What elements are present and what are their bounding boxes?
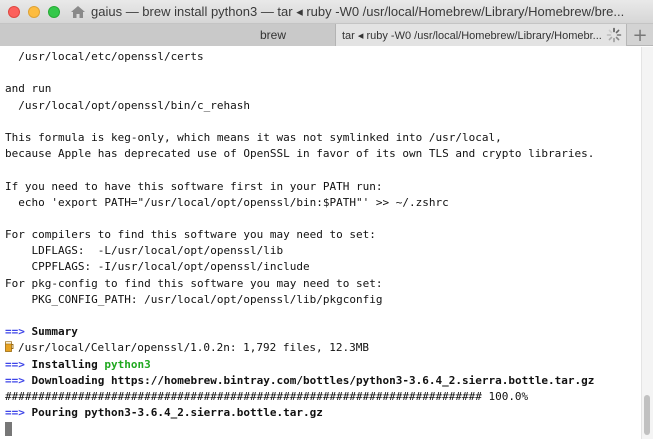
summary-detail: /usr/local/Cellar/openssl/1.0.2n: 1,792 … — [18, 341, 369, 355]
title-bar[interactable]: gaius — brew install python3 — tar ◂ rub… — [0, 0, 653, 24]
downloading-line: ==> Downloading https://homebrew.bintray… — [5, 373, 641, 389]
tab-bar: brew tar ◂ ruby -W0 /usr/local/Homebrew/… — [0, 24, 653, 46]
terminal-output[interactable]: /usr/local/etc/openssl/certs and run /usr… — [0, 47, 641, 439]
terminal-window: gaius — brew install python3 — tar ◂ rub… — [0, 0, 653, 439]
terminal-line: /usr/local/opt/openssl/bin/c_rehash — [5, 98, 251, 112]
new-tab-button[interactable]: + — [626, 24, 653, 46]
arrow-marker: ==> — [5, 325, 25, 339]
pouring-label: Pouring python3-3.6.4_2.sierra.bottle.ta… — [31, 406, 323, 420]
installing-line: ==> Installing python3 — [5, 357, 641, 373]
terminal-line: echo 'export PATH="/usr/local/opt/openss… — [5, 195, 449, 209]
terminal-line: because Apple has deprecated use of Open… — [5, 147, 595, 161]
terminal-line: For pkg-config to find this software you… — [5, 276, 383, 290]
tab-label: tar ◂ ruby -W0 /usr/local/Homebrew/Libra… — [342, 29, 602, 42]
window-title: gaius — brew install python3 — tar ◂ rub… — [91, 3, 625, 19]
terminal-cursor — [5, 422, 12, 437]
installing-label: Installing — [31, 357, 98, 371]
terminal-line: LDFLAGS: -L/usr/local/opt/openssl/lib — [5, 244, 284, 258]
beer-mug-icon — [5, 341, 14, 353]
tab-tar-ruby[interactable]: tar ◂ ruby -W0 /usr/local/Homebrew/Libra… — [336, 24, 626, 46]
arrow-marker: ==> — [5, 357, 25, 371]
terminal-line: /usr/local/etc/openssl/certs — [5, 50, 204, 63]
zoom-window-button[interactable] — [48, 5, 60, 18]
terminal-static-lines: /usr/local/etc/openssl/certs and run /usr… — [5, 49, 641, 324]
arrow-marker: ==> — [5, 373, 25, 387]
window-controls — [8, 5, 60, 18]
tab-brew[interactable]: brew — [0, 24, 336, 46]
terminal-line: CPPFLAGS: -I/usr/local/opt/openssl/inclu… — [5, 260, 310, 274]
terminal-line: PKG_CONFIG_PATH: /usr/local/opt/openssl/… — [5, 292, 383, 306]
terminal-line: and run — [5, 82, 52, 96]
window-title-group: gaius — brew install python3 — tar ◂ rub… — [70, 4, 640, 20]
progress-bar-line: ########################################… — [5, 389, 529, 403]
summary-detail-line: /usr/local/Cellar/openssl/1.0.2n: 1,792 … — [5, 340, 641, 356]
installing-package: python3 — [104, 357, 151, 371]
tab-label: brew — [260, 28, 287, 42]
terminal-line: For compilers to find this software you … — [5, 228, 376, 242]
close-window-button[interactable] — [8, 5, 20, 18]
prompt-line — [5, 421, 641, 437]
downloading-label: Downloading https://homebrew.bintray.com… — [31, 373, 595, 387]
arrow-marker: ==> — [5, 406, 25, 420]
terminal-line: This formula is keg-only, which means it… — [5, 130, 502, 144]
pouring-line: ==> Pouring python3-3.6.4_2.sierra.bottl… — [5, 405, 641, 421]
summary-label: Summary — [31, 325, 78, 339]
home-folder-icon — [71, 5, 85, 18]
vertical-scrollbar[interactable] — [641, 47, 653, 439]
spinner-icon — [606, 27, 622, 43]
scrollbar-thumb[interactable] — [644, 395, 650, 435]
terminal-line: If you need to have this software first … — [5, 179, 383, 193]
minimize-window-button[interactable] — [28, 5, 40, 18]
summary-line: ==> Summary — [5, 324, 641, 340]
